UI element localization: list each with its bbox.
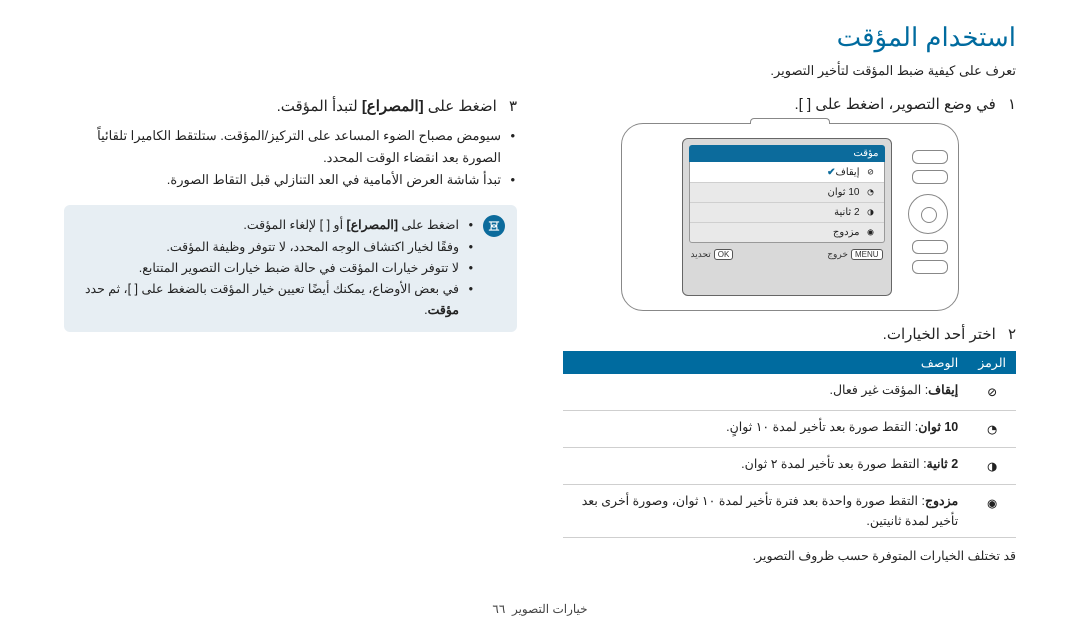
camera-illustration: مؤقت ⦸ إيقاف ✔ ◔ 10 ثوان ◑	[621, 123, 959, 311]
options-note: قد تختلف الخيارات المتوفرة حسب ظروف التص…	[563, 548, 1016, 563]
timer-double-icon: ◉	[864, 227, 878, 238]
timer-2s-icon: ◑	[968, 448, 1016, 485]
camera-button-top	[912, 150, 948, 164]
camera-button-bot1	[912, 240, 948, 254]
camera-dpad	[908, 194, 948, 234]
check-icon: ✔	[827, 167, 835, 178]
th-icon: الرمز	[968, 351, 1016, 374]
list-item: تبدأ شاشة العرض الأمامية في العد التنازل…	[64, 169, 517, 191]
step-2: ٢ اختر أحد الخيارات.	[563, 325, 1016, 343]
step-1: ١ في وضع التصوير، اضغط على [ ].	[563, 95, 1016, 113]
note-box: اضغط على [المصراع] أو [ ] لإلغاء المؤقت.…	[64, 205, 517, 331]
options-table: الرمز الوصف ⦸ إيقاف: المؤقت غير فعال. ◔ …	[563, 351, 1016, 538]
list-item: وفقًا لخيار اكتشاف الوجه المحدد، لا تتوف…	[76, 237, 475, 258]
note-icon	[483, 215, 505, 237]
ok-badge: OK	[714, 249, 734, 260]
camera-button-mid	[912, 170, 948, 184]
step-1-num: ١	[1008, 96, 1016, 113]
timer-off-icon: ⦸	[968, 374, 1016, 411]
step-3: ٣ اضغط على [المصراع] لتبدأ المؤقت.	[64, 95, 517, 119]
table-row: ◔ 10 ثوان: التقط صورة بعد تأخير لمدة ١٠ …	[563, 411, 1016, 448]
table-row: ◉ مزدوج: التقط صورة واحدة بعد فترة تأخير…	[563, 485, 1016, 538]
page-footer: خيارات التصوير ٦٦	[0, 602, 1080, 616]
camera-button-bot2	[912, 260, 948, 274]
timer-double-icon: ◉	[968, 485, 1016, 538]
right-column: ١ في وضع التصوير، اضغط على [ ]. مؤقت ⦸ إ…	[563, 95, 1016, 563]
step-3-bullets: سيومض مصباح الضوء المساعد على التركيز/ال…	[64, 125, 517, 191]
list-item: لا تتوفر خيارات المؤقت في حالة ضبط خيارا…	[76, 258, 475, 279]
menu-row-2s: ◑ 2 ثانية	[690, 202, 884, 222]
step-3-num: ٣	[509, 98, 517, 115]
menu-row-double: ◉ مزدوج	[690, 222, 884, 242]
step-2-num: ٢	[1008, 326, 1016, 343]
menu-list: ⦸ إيقاف ✔ ◔ 10 ثوان ◑ 2 ثانية	[689, 162, 885, 243]
th-desc: الوصف	[563, 351, 968, 374]
screen-footer-ok: OK تحديد	[691, 249, 734, 260]
timer-2s-icon: ◑	[864, 207, 878, 218]
left-column: ٣ اضغط على [المصراع] لتبدأ المؤقت. سيومض…	[64, 95, 517, 563]
list-item: اضغط على [المصراع] أو [ ] لإلغاء المؤقت.	[76, 215, 475, 236]
menu-row-off: ⦸ إيقاف ✔	[690, 162, 884, 182]
timer-off-icon: ⦸	[864, 167, 878, 178]
list-item: سيومض مصباح الضوء المساعد على التركيز/ال…	[64, 125, 517, 169]
timer-10s-icon: ◔	[968, 411, 1016, 448]
menu-badge: MENU	[851, 249, 883, 260]
table-row: ⦸ إيقاف: المؤقت غير فعال.	[563, 374, 1016, 411]
list-item: في بعض الأوضاع، يمكنك أيضًا تعيين خيار ا…	[76, 279, 475, 322]
menu-title: مؤقت	[689, 145, 885, 162]
step-1-text: في وضع التصوير، اضغط على [ ].	[795, 96, 996, 113]
timer-10s-icon: ◔	[864, 187, 878, 198]
table-row: ◑ 2 ثانية: التقط صورة بعد تأخير لمدة ٢ ث…	[563, 448, 1016, 485]
menu-row-10s: ◔ 10 ثوان	[690, 182, 884, 202]
page-title: استخدام المؤقت	[64, 22, 1016, 53]
screen-footer-menu: MENU خروج	[827, 249, 882, 260]
camera-screen: مؤقت ⦸ إيقاف ✔ ◔ 10 ثوان ◑	[682, 138, 892, 296]
step-2-text: اختر أحد الخيارات.	[883, 326, 996, 343]
intro-text: تعرف على كيفية ضبط المؤقت لتأخير التصوير…	[64, 63, 1016, 79]
